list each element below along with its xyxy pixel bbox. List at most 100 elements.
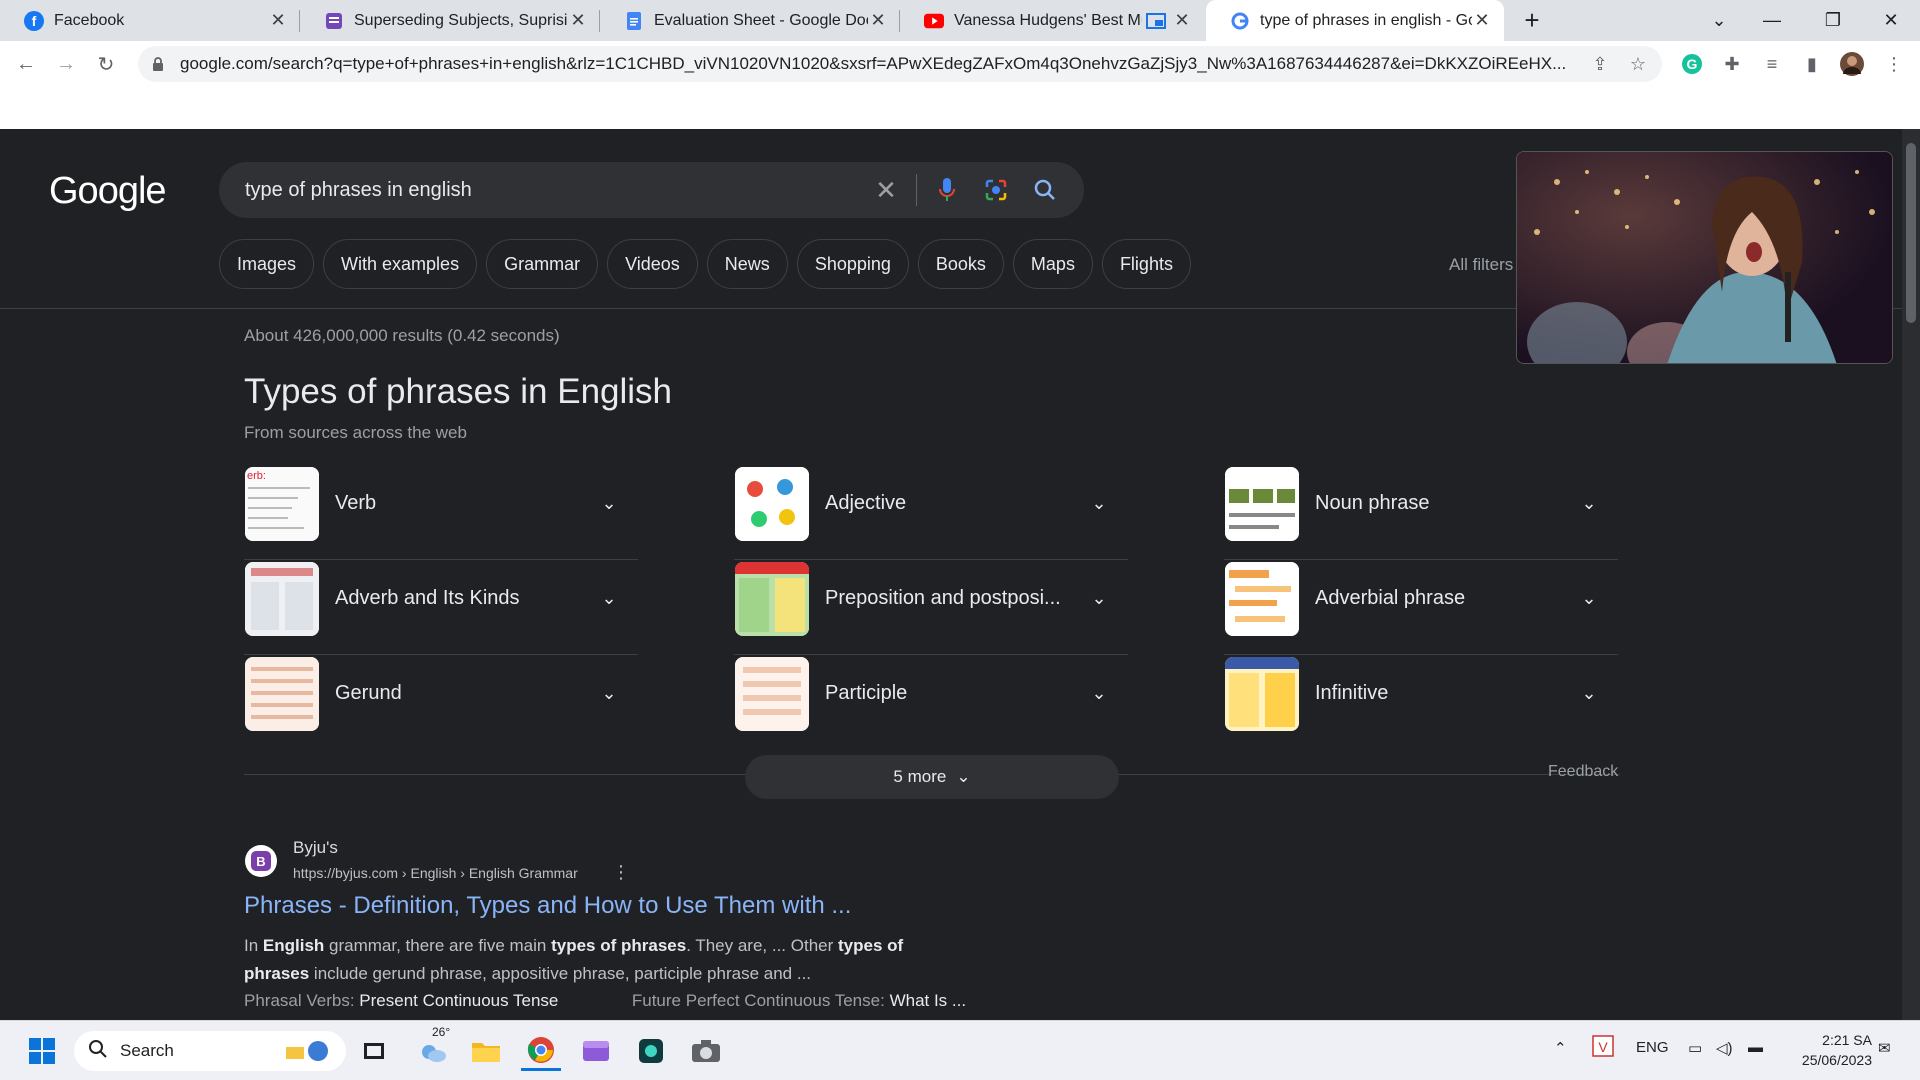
forward-button[interactable]: → — [50, 48, 82, 80]
snippet-highlight: English — [262, 936, 325, 955]
chip-grammar[interactable]: Grammar — [486, 239, 599, 289]
scrollbar-thumb[interactable] — [1906, 143, 1916, 323]
chip-videos[interactable]: Videos — [607, 239, 698, 289]
search-box[interactable]: type of phrases in english ✕ — [219, 162, 1084, 218]
minimize-button[interactable]: — — [1749, 0, 1795, 41]
battery-icon[interactable]: ▬ — [1748, 1039, 1763, 1056]
taskbar-search-box[interactable]: Search — [74, 1031, 346, 1071]
tab-youtube[interactable]: Vanessa Hudgens' Best Musi ✕ — [900, 0, 1204, 41]
result-title-link[interactable]: Phrases - Definition, Types and How to U… — [244, 892, 851, 920]
chevron-down-icon[interactable]: ⌄ — [595, 584, 623, 612]
show-hidden-icons[interactable]: ⌃ — [1554, 1039, 1567, 1057]
phrase-type-item[interactable]: Adverbial phrase ⌄ — [1224, 560, 1618, 655]
feedback-link[interactable]: Feedback — [1548, 763, 1618, 781]
extensions-puzzle-icon[interactable]: ✚ — [1717, 49, 1747, 79]
close-icon[interactable]: ✕ — [1172, 10, 1192, 31]
close-icon[interactable]: ✕ — [868, 10, 888, 31]
back-button[interactable]: ← — [10, 48, 42, 80]
picture-in-picture-video[interactable] — [1516, 151, 1893, 364]
tab-google-search[interactable]: type of phrases in english - Goog ✕ — [1206, 0, 1504, 41]
google-lens-icon[interactable] — [980, 174, 1012, 206]
chevron-down-icon[interactable]: ⌄ — [1575, 679, 1603, 707]
volume-icon[interactable]: ◁) — [1716, 1039, 1733, 1057]
phrase-type-item[interactable]: Gerund ⌄ — [244, 655, 638, 750]
lock-icon[interactable] — [152, 56, 168, 72]
all-filters-button[interactable]: All filters — [1449, 255, 1513, 275]
chevron-down-icon[interactable]: ⌄ — [1575, 584, 1603, 612]
microphone-icon[interactable] — [931, 174, 963, 206]
phrase-type-item[interactable]: erb: Verb ⌄ — [244, 465, 638, 560]
tab-survey[interactable]: Superseding Subjects, Suprising S ✕ — [300, 0, 600, 41]
phrase-type-item[interactable]: Adjective ⌄ — [734, 465, 1128, 560]
chip-flights[interactable]: Flights — [1101, 239, 1191, 289]
task-view-icon[interactable] — [354, 1031, 394, 1071]
phrase-type-item[interactable]: Noun phrase ⌄ — [1224, 465, 1618, 560]
phrase-type-item[interactable]: Participle ⌄ — [734, 655, 1128, 750]
maximize-button[interactable]: ❐ — [1810, 0, 1856, 41]
weather-widget[interactable]: 26° — [410, 1025, 456, 1071]
thumbnail-image — [1225, 562, 1299, 636]
share-icon[interactable]: ⇪ — [1586, 50, 1614, 78]
close-icon[interactable]: ✕ — [268, 10, 288, 31]
byjus-favicon[interactable]: B — [245, 845, 277, 877]
vivaldi-tray-icon[interactable]: V — [1592, 1035, 1614, 1061]
browser-menu-icon[interactable]: ⋮ — [1879, 49, 1909, 79]
chip-with-examples[interactable]: With examples — [323, 239, 478, 289]
file-explorer-icon[interactable] — [466, 1031, 506, 1071]
sitelink-present-continuous[interactable]: Present Continuous Tense — [359, 991, 558, 1010]
bookmark-star-icon[interactable]: ☆ — [1624, 50, 1652, 78]
chip-news[interactable]: News — [706, 239, 788, 289]
chevron-down-icon[interactable]: ⌄ — [1575, 489, 1603, 517]
clear-search-icon[interactable]: ✕ — [870, 174, 902, 206]
phrase-type-item[interactable]: Adverb and Its Kinds ⌄ — [244, 560, 638, 655]
tab-search-button[interactable]: ⌄ — [1696, 0, 1742, 41]
url-text[interactable]: google.com/search?q=type+of+phrases+in+e… — [180, 54, 1586, 74]
phrase-type-item[interactable]: Infinitive ⌄ — [1224, 655, 1618, 750]
tab-docs[interactable]: Evaluation Sheet - Google Docs ✕ — [600, 0, 900, 41]
chevron-down-icon[interactable]: ⌄ — [1085, 584, 1113, 612]
google-logo[interactable]: Google — [49, 170, 167, 213]
chevron-down-icon[interactable]: ⌄ — [1085, 679, 1113, 707]
notifications-icon[interactable]: ✉ — [1878, 1039, 1891, 1057]
snippet-text: In — [244, 936, 263, 955]
section-subtitle: From sources across the web — [244, 423, 467, 442]
sitelink-what-is[interactable]: What Is ... — [890, 991, 967, 1010]
app-icon[interactable] — [631, 1031, 671, 1071]
page-scrollbar[interactable] — [1902, 129, 1920, 1020]
thumbnail-image — [735, 467, 809, 541]
show-more-button[interactable]: 5 more ⌄ — [745, 755, 1119, 799]
result-site-name[interactable]: Byju's — [293, 838, 338, 858]
chevron-down-icon[interactable]: ⌄ — [595, 679, 623, 707]
grammarly-extension-icon[interactable]: G — [1677, 49, 1707, 79]
new-tab-button[interactable]: + — [1509, 0, 1555, 41]
chip-images[interactable]: Images — [219, 239, 315, 289]
side-panel-icon[interactable]: ▮ — [1797, 49, 1827, 79]
chevron-down-icon[interactable]: ⌄ — [1085, 489, 1113, 517]
windows-start-icon[interactable] — [22, 1031, 62, 1071]
chip-books[interactable]: Books — [917, 239, 1004, 289]
network-icon[interactable]: ▭ — [1688, 1039, 1702, 1057]
reload-button[interactable]: ↻ — [90, 48, 122, 80]
language-indicator[interactable]: ENG — [1636, 1039, 1669, 1056]
picture-in-picture-icon[interactable] — [1146, 11, 1166, 31]
chip-maps[interactable]: Maps — [1012, 239, 1093, 289]
camera-icon[interactable] — [686, 1031, 726, 1071]
clipchamp-icon[interactable] — [576, 1031, 616, 1071]
chip-shopping[interactable]: Shopping — [796, 239, 909, 289]
more-options-icon[interactable]: ⋮ — [612, 862, 630, 883]
search-icon[interactable] — [1029, 174, 1061, 206]
result-snippet: In English grammar, there are five main … — [244, 932, 964, 988]
tab-facebook[interactable]: f Facebook ✕ — [0, 0, 300, 41]
close-icon[interactable]: ✕ — [1472, 10, 1492, 31]
result-url[interactable]: https://byjus.com › English › English Gr… — [293, 865, 578, 881]
address-bar[interactable]: google.com/search?q=type+of+phrases+in+e… — [138, 46, 1662, 82]
profile-avatar[interactable] — [1837, 49, 1867, 79]
chevron-down-icon[interactable]: ⌄ — [595, 489, 623, 517]
chrome-taskbar-icon[interactable] — [521, 1031, 561, 1071]
close-window-button[interactable]: ✕ — [1868, 0, 1914, 41]
system-clock[interactable]: 2:21 SA 25/06/2023 — [1782, 1030, 1872, 1070]
media-control-icon[interactable]: ≡ — [1757, 49, 1787, 79]
close-icon[interactable]: ✕ — [568, 10, 588, 31]
search-input[interactable]: type of phrases in english — [245, 179, 472, 202]
phrase-type-item[interactable]: Preposition and postposi... ⌄ — [734, 560, 1128, 655]
